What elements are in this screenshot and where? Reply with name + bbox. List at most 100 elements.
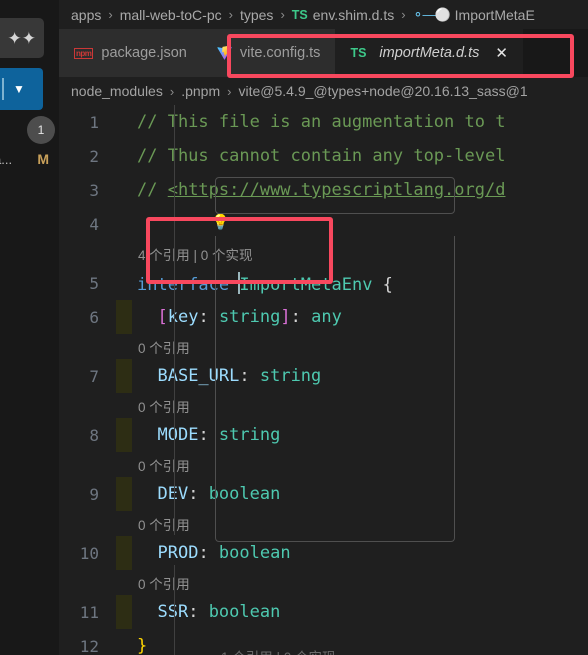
codelens-row[interactable]: 0 个引用 [59,393,588,418]
codelens-label: 0 个引用 [138,340,190,356]
breadcrumb-separator: › [401,7,406,22]
codelens-row[interactable]: 0 个引用 [59,452,588,477]
codelens-label: 0 个引用 [138,399,190,415]
gutter-marker [116,139,132,173]
code-text: interface ImportMetaEnv { [132,271,588,295]
code-line[interactable]: 11 SSR: boolean [59,595,588,629]
editor-group: apps › mall-web-toC-pc › types › TS env.… [59,0,588,655]
gutter-marker [116,595,132,629]
breadcrumb-item-apps[interactable]: apps [71,7,101,23]
code-line[interactable]: 1 // This file is an augmentation to t [59,105,588,139]
token: { [372,274,393,295]
token: : [239,366,260,386]
code-line[interactable]: 5 interface ImportMetaEnv { [59,266,588,300]
tab-label: vite.config.ts [239,45,321,61]
code-text: MODE: string [132,425,588,445]
breadcrumb-item-types[interactable]: types [240,7,273,23]
token: } [137,636,148,655]
token: BASE_URL [157,366,240,386]
token: : [188,602,209,622]
vite-logo-icon [217,45,232,61]
git-status-badge: M [37,151,49,167]
token: : [188,484,209,504]
code-editor[interactable]: 1 // This file is an augmentation to t 2 //… [59,105,588,655]
codelens-row[interactable]: 4 个引用 | 0 个实现 [59,241,588,266]
ts-file-icon: TS [350,46,367,60]
token: MODE [157,425,199,445]
token: key [167,307,199,327]
codelens-label: 0 个引用 [138,458,190,474]
code-line[interactable]: 10 PROD: boolean [59,536,588,570]
sparkle-icon: ✦✦ [7,28,37,48]
breadcrumb-item-file[interactable]: env.shim.d.ts [313,7,394,23]
code-text: PROD: boolean [132,543,588,563]
token: PROD [157,543,199,563]
line-number: 12 [79,636,99,655]
line-number: 9 [89,484,99,504]
token: interface [137,274,230,295]
token: string [259,366,322,386]
gutter-marker [116,105,132,139]
line-number: 10 [79,543,99,563]
token: : [198,425,219,445]
file-name-truncated: a... [0,151,13,167]
codelens-row[interactable]: 0 个引用 [59,570,588,595]
token: // Thus cannot contain any top-level [137,146,506,166]
code-line[interactable]: 8 MODE: string [59,418,588,452]
status-badge: 1 [27,116,55,144]
token: any [311,307,342,327]
token: boolean [218,543,291,563]
codelens-label: 0 个引用 [138,517,190,533]
code-line[interactable]: 9 DEV: boolean [59,477,588,511]
line-number: 6 [89,307,99,327]
chevron-down-icon: ▼ [13,82,25,96]
gutter-marker [116,173,132,207]
breadcrumb-item-project[interactable]: mall-web-toC-pc [120,7,222,23]
token: <https://www.typescriptlang.org/d [167,180,506,200]
indent-guide [174,105,175,535]
breadcrumb-item-node-modules[interactable]: node_modules [71,83,163,99]
line-number: 3 [89,180,99,200]
code-line[interactable]: 2 // Thus cannot contain any top-level [59,139,588,173]
codelens-row[interactable]: 0 个引用 [59,511,588,536]
code-line[interactable]: 7 BASE_URL: string [59,359,588,393]
sidebar-partial: ✦✦ ▼ 1 a... M [0,0,59,655]
codelens-label: 4 个引用 | 0 个实现 [138,247,253,263]
code-line[interactable]: 3 // <https://www.typescriptlang.org/d [59,173,588,207]
interface-icon: ⚬—⚪ [412,6,451,22]
sidebar-dropdown-button[interactable]: ▼ [0,68,43,110]
token: ImportMetaEnv [239,274,373,295]
tab-vite-config[interactable]: vite.config.ts [201,29,336,77]
code-line[interactable]: 6 [key: string]: any [59,300,588,334]
ts-file-icon: TS [291,7,308,22]
breadcrumb-item-pnpm[interactable]: .pnpm [181,83,220,99]
code-line[interactable]: 4 💡 [59,207,588,241]
copilot-chat-button[interactable]: ✦✦ [0,18,44,58]
code-text: } [132,636,588,655]
codelens-partial[interactable]: 1 个引用 | 0 个实现 [221,646,336,655]
token: : [198,307,219,327]
token: boolean [208,484,281,504]
code-text: BASE_URL: string [132,366,588,386]
tab-importmeta-dts[interactable]: TS importMeta.d.ts ✕ [335,29,523,77]
code-text: // This file is an augmentation to t [132,112,588,132]
close-icon[interactable]: ✕ [495,46,508,61]
line-number: 11 [79,602,99,622]
breadcrumb-item-symbol[interactable]: ImportMetaE [455,7,535,23]
token: string [218,425,281,445]
breadcrumb-item-package[interactable]: vite@5.4.9_@types+node@20.16.13_sass@1 [238,83,527,99]
codelens-row[interactable]: 0 个引用 [59,334,588,359]
explorer-file-row[interactable]: a... M [0,148,59,170]
token: SSR [157,602,189,622]
gutter-marker [116,266,132,300]
code-text: // Thus cannot contain any top-level [132,146,588,166]
tab-package-json[interactable]: npm package.json [59,29,202,77]
lightbulb-icon[interactable]: 💡 [211,215,230,230]
line-number: 2 [89,146,99,166]
breadcrumb-separator: › [280,7,285,22]
breadcrumb-top: apps › mall-web-toC-pc › types › TS env.… [59,0,588,29]
